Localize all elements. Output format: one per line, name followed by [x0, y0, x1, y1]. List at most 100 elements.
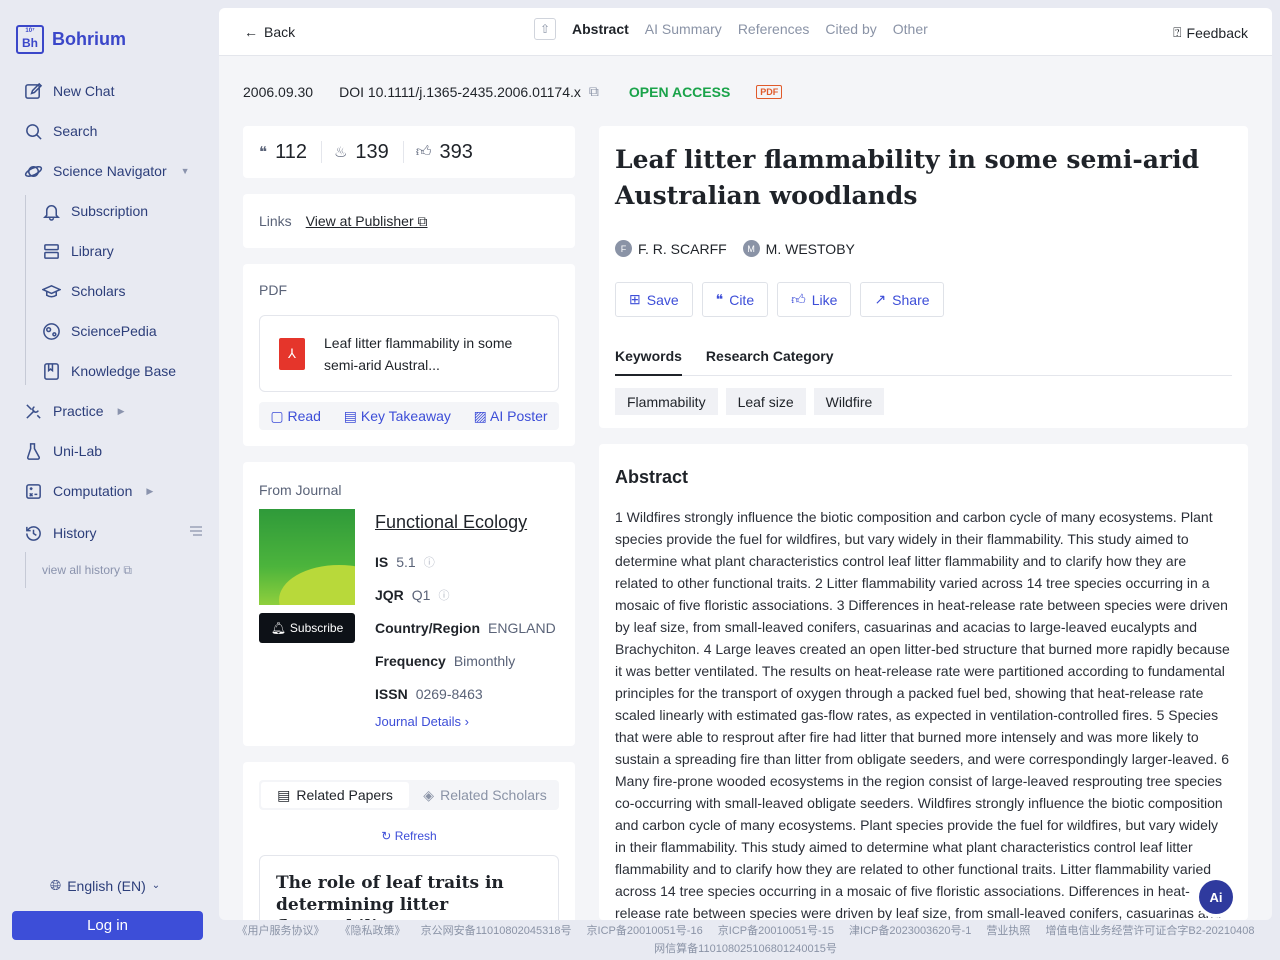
- footer: 《用户服务协议》 《隐私政策》 京公网安备11010802045318号 京IC…: [219, 922, 1272, 958]
- related-paper-item[interactable]: The role of leaf traits in determining l…: [259, 855, 559, 920]
- footer-link[interactable]: 京ICP备20010051号-16: [587, 925, 703, 937]
- sidebar-item-label: History: [53, 525, 97, 541]
- journal-jqr: JQR Q1 ⓘ: [375, 587, 450, 603]
- main-panel: ← Back ⇧ Abstract AI Summary References …: [219, 8, 1272, 920]
- pdf-file[interactable]: ⅄ Leaf litter flammability in some semi-…: [259, 315, 559, 392]
- sidebar-item-practice[interactable]: Practice ▶: [24, 399, 125, 423]
- language-selector[interactable]: 🌐︎ English (EN) ⌄: [50, 877, 160, 894]
- journal-issn: ISSN 0269-8463: [375, 686, 483, 702]
- stats-card: ❝ 112 ♨ 139 👍︎ 393: [243, 126, 575, 178]
- keyword-chip[interactable]: Leaf size: [725, 388, 806, 415]
- calculator-icon: [26, 483, 41, 499]
- related-tabs: ▤ Related Papers ◈ Related Scholars: [259, 780, 559, 810]
- cite-button[interactable]: ❝ Cite: [701, 282, 769, 317]
- back-button[interactable]: ← Back: [244, 24, 295, 40]
- sidebar-item-knowledge-base[interactable]: Knowledge Base: [42, 359, 176, 383]
- read-button[interactable]: ▢ Read: [270, 408, 321, 425]
- subscribe-button[interactable]: 🔔︎ Subscribe: [259, 613, 355, 643]
- key-takeaway-button[interactable]: ▤ Key Takeaway: [344, 408, 451, 425]
- fire-icon: ♨: [333, 144, 348, 161]
- logo[interactable]: 10⁷ Bh Bohrium: [16, 25, 126, 54]
- footer-link[interactable]: 网信算备110108025106801240015号: [219, 940, 1272, 958]
- feedback-button[interactable]: ⍰ Feedback: [1173, 24, 1248, 41]
- tab-research-category[interactable]: Research Category: [706, 348, 834, 376]
- keyword-chip[interactable]: Wildfire: [813, 388, 885, 415]
- sidebar-item-label: Search: [53, 123, 98, 139]
- journal-cover[interactable]: [259, 509, 355, 605]
- citation-count: ❝ 112: [259, 141, 322, 163]
- hot-value: 139: [355, 140, 389, 163]
- sidebar-item-subscription[interactable]: Subscription: [42, 199, 148, 223]
- external-link-icon: ⧉: [417, 212, 428, 229]
- history-divider: [25, 552, 26, 588]
- arrow-left-icon: ←: [244, 24, 258, 40]
- top-bar: ← Back ⇧ Abstract AI Summary References …: [219, 8, 1272, 56]
- tab-related-papers[interactable]: ▤ Related Papers: [261, 782, 409, 808]
- sidebar-item-library[interactable]: Library: [42, 239, 114, 263]
- pdf-title: Leaf litter flammability in some semi-ar…: [324, 335, 513, 373]
- quote-icon: ❝: [259, 144, 268, 161]
- sidebar-item-new-chat[interactable]: New Chat: [24, 79, 114, 103]
- refresh-icon: ↻: [381, 829, 392, 843]
- footer-link[interactable]: 京ICP备20010051号-15: [718, 925, 834, 937]
- journal-name[interactable]: Functional Ecology: [375, 512, 527, 533]
- library-icon: [44, 243, 59, 259]
- flask-icon: [26, 442, 41, 460]
- journal-details-link[interactable]: Journal Details ›: [375, 714, 469, 729]
- ai-poster-button[interactable]: ▨ AI Poster: [474, 408, 548, 425]
- sidebar-item-scholars[interactable]: Scholars: [42, 279, 125, 303]
- tab-cited-by[interactable]: Cited by: [825, 21, 876, 37]
- footer-link[interactable]: 营业执照: [986, 925, 1030, 937]
- tab-ai-summary[interactable]: AI Summary: [645, 21, 722, 37]
- refresh-button[interactable]: ↻ Refresh: [243, 829, 575, 843]
- info-icon[interactable]: ⓘ: [424, 554, 435, 570]
- quote-icon: ❝: [715, 291, 724, 307]
- sidebar-item-uni-lab[interactable]: Uni-Lab: [24, 439, 102, 463]
- sidebar-item-computation[interactable]: Computation ▶: [24, 479, 153, 503]
- pdf-file-icon: ⅄: [279, 338, 305, 370]
- sidebar-item-search[interactable]: Search: [24, 119, 97, 143]
- back-label: Back: [264, 24, 296, 40]
- pdf-badge[interactable]: PDF: [756, 84, 783, 99]
- footer-link[interactable]: 京公网安备11010802045318号: [421, 925, 572, 937]
- keyword-chip[interactable]: Flammability: [615, 388, 718, 415]
- login-button[interactable]: Log in: [12, 911, 203, 940]
- view-at-publisher-link[interactable]: View at Publisher ⧉: [306, 213, 428, 230]
- author[interactable]: M M. WESTOBY: [742, 240, 855, 257]
- sidebar-item-history[interactable]: History: [24, 521, 97, 545]
- footer-link[interactable]: 《用户服务协议》: [236, 925, 324, 937]
- journal-country: Country/Region ENGLAND: [375, 620, 556, 636]
- upload-icon[interactable]: ⇧: [534, 18, 556, 40]
- journal-frequency: Frequency Bimonthly: [375, 653, 516, 669]
- sidebar-item-sciencepedia[interactable]: SciencePedia: [42, 319, 157, 343]
- keyword-tabs: Keywords Research Category: [615, 348, 1232, 376]
- submenu-divider: [25, 195, 26, 385]
- like-count: 👍︎ 393: [416, 141, 487, 163]
- chevron-down-icon: ▼: [180, 166, 190, 176]
- tab-keywords[interactable]: Keywords: [615, 348, 682, 376]
- like-button[interactable]: 👍︎ Like: [777, 282, 852, 317]
- footer-link[interactable]: 津ICP备2023003620号-1: [849, 925, 971, 937]
- app-name: Bohrium: [52, 29, 126, 49]
- sidebar-item-label: Practice: [53, 403, 104, 419]
- tab-other[interactable]: Other: [893, 21, 928, 37]
- external-link-icon: ⧉: [123, 563, 132, 577]
- author[interactable]: F F. R. SCARFF: [615, 240, 727, 257]
- copy-icon[interactable]: ⧉: [589, 83, 599, 100]
- tab-related-scholars[interactable]: ◈ Related Scholars: [411, 780, 559, 810]
- footer-link[interactable]: 《隐私政策》: [340, 925, 406, 937]
- globe-icon: 🌐︎: [50, 877, 62, 893]
- ai-assistant-button[interactable]: Ai: [1199, 880, 1233, 914]
- view-all-history-link[interactable]: view all history ⧉: [42, 563, 132, 578]
- share-button[interactable]: ↗ Share: [860, 282, 944, 317]
- tab-abstract[interactable]: Abstract: [572, 21, 629, 37]
- tab-references[interactable]: References: [738, 21, 810, 37]
- list-icon[interactable]: [189, 524, 203, 538]
- footer-link[interactable]: 增值电信业务经营许可证合字B2-20210408: [1045, 925, 1254, 937]
- graduation-cap-icon: ◈: [423, 786, 435, 803]
- sidebar-item-science-navigator[interactable]: Science Navigator ▼: [24, 159, 190, 183]
- keyword-list: Flammability Leaf size Wildfire: [615, 388, 885, 415]
- info-icon[interactable]: ⓘ: [438, 587, 449, 603]
- save-button[interactable]: ⊞ Save: [615, 282, 693, 317]
- like-value: 393: [439, 140, 473, 163]
